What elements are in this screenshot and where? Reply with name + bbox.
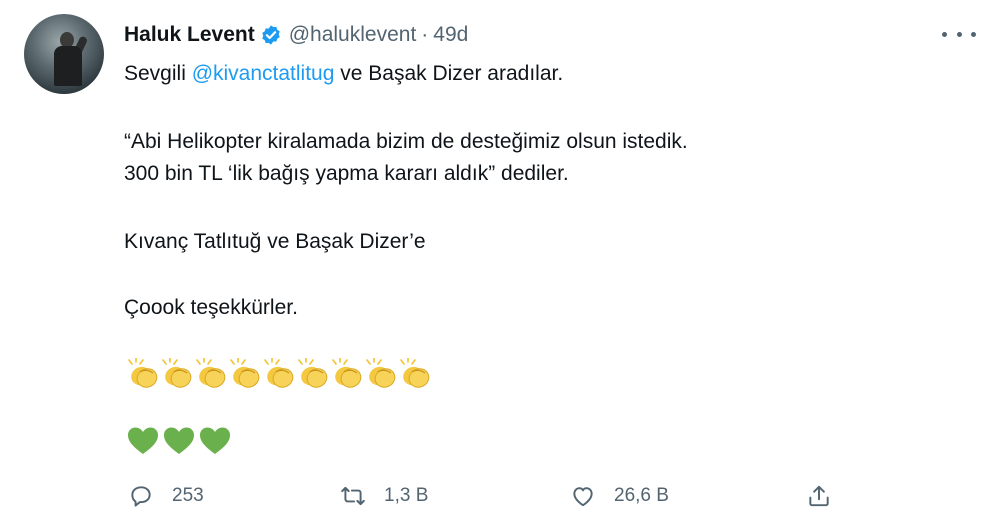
retweet-button[interactable]: 1,3 B <box>340 476 428 516</box>
separator-dot: · <box>421 23 429 46</box>
like-icon <box>573 487 593 507</box>
mention-link[interactable]: @kivanctatlitug <box>192 62 335 85</box>
verified-badge-icon <box>262 25 280 45</box>
tweet-action-bar: 253 1,3 B 26,6 B <box>0 476 1000 516</box>
tweet-line-3: 300 bin TL ‘lik bağış yapma kararı aldık… <box>124 162 569 185</box>
retweet-icon <box>341 486 365 506</box>
clapping-hands-emoji-icon <box>162 358 192 388</box>
like-count: 26,6 B <box>614 485 669 506</box>
author-handle[interactable]: @haluklevent <box>289 23 417 47</box>
like-button[interactable]: 26,6 B <box>570 476 669 516</box>
retweet-count: 1,3 B <box>384 485 429 506</box>
tweet-timestamp[interactable]: 49d <box>433 23 468 47</box>
heart-emoji-row <box>126 426 232 456</box>
author-name[interactable]: Haluk Levent <box>124 23 255 47</box>
clap-emoji-row <box>126 358 432 390</box>
green-heart-emoji-icon <box>200 427 230 454</box>
clapping-hands-emoji-icon <box>332 358 362 388</box>
author-avatar[interactable] <box>24 14 104 94</box>
clapping-hands-emoji-icon <box>128 358 158 388</box>
green-heart-emoji-icon <box>164 427 194 454</box>
tweet-line-1: Sevgili @kivanctatlitug ve Başak Dizer a… <box>124 62 563 86</box>
more-dot-icon <box>942 31 947 37</box>
reply-button[interactable]: 253 <box>128 476 204 516</box>
clapping-hands-emoji-icon <box>196 358 226 388</box>
clapping-hands-emoji-icon <box>264 358 294 388</box>
green-heart-emoji-icon <box>128 427 158 454</box>
more-options-button[interactable] <box>942 22 976 46</box>
tweet-line-5: Çoook teşekkürler. <box>124 296 298 319</box>
reply-icon <box>131 486 151 507</box>
clapping-hands-emoji-icon <box>366 358 396 388</box>
tweet-text-suffix: ve Başak Dizer aradılar. <box>334 62 564 85</box>
tweet-line-2: “Abi Helikopter kiralamada bizim de dest… <box>124 130 688 153</box>
more-dot-icon <box>971 31 976 37</box>
clapping-hands-emoji-icon <box>400 358 430 388</box>
share-icon <box>809 485 829 507</box>
tweet-text-prefix: Sevgili <box>124 62 192 85</box>
reply-count: 253 <box>172 485 204 506</box>
share-button[interactable] <box>806 476 832 516</box>
clapping-hands-emoji-icon <box>230 358 260 388</box>
tweet-line-4: Kıvanç Tatlıtuğ ve Başak Dizer’e <box>124 230 426 253</box>
tweet-header: Haluk Levent @haluklevent · 49d <box>124 20 468 50</box>
tweet-card: Haluk Levent @haluklevent · 49d Sevgili … <box>0 0 1000 518</box>
avatar-figure-body <box>54 46 82 86</box>
clapping-hands-emoji-icon <box>298 358 328 388</box>
more-dot-icon <box>956 31 962 37</box>
